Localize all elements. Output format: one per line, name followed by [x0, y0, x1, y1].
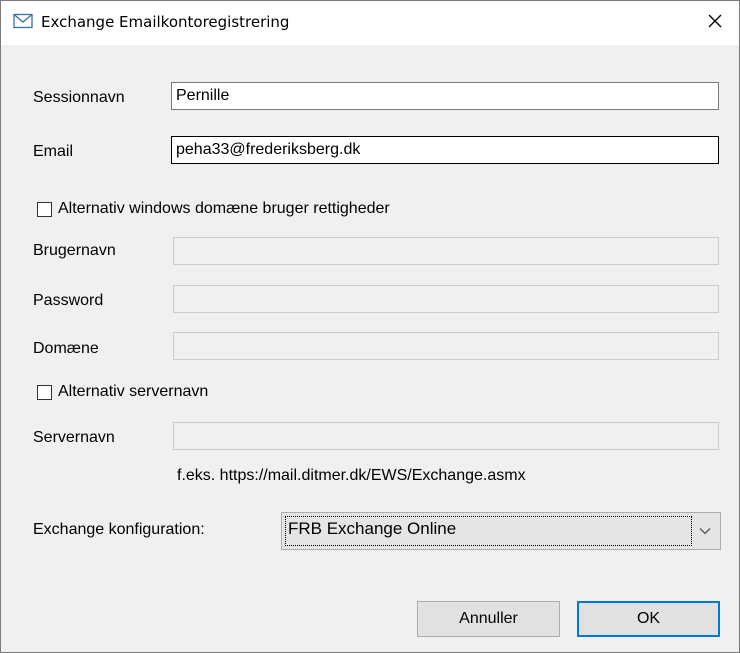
password-input[interactable] [173, 285, 719, 313]
domain-input[interactable] [173, 332, 719, 360]
alt-server-checkbox-label: Alternativ servernavn [58, 383, 209, 400]
chevron-down-icon [694, 513, 716, 549]
alt-server-checkbox[interactable] [37, 384, 52, 400]
servername-input[interactable] [173, 422, 719, 450]
alt-windows-checkbox-row[interactable]: Alternativ windows domæne bruger rettigh… [37, 200, 390, 218]
config-select[interactable]: FRB Exchange Online [281, 512, 721, 550]
alt-windows-checkbox[interactable] [37, 201, 52, 217]
window-title: Exchange Emailkontoregistrering [41, 13, 290, 31]
username-input[interactable] [173, 237, 719, 265]
servername-hint: f.eks. https://mail.ditmer.dk/EWS/Exchan… [177, 467, 526, 484]
email-input[interactable]: peha33@frederiksberg.dk [171, 136, 719, 164]
ok-button[interactable]: OK [577, 601, 720, 637]
password-label: Password [33, 292, 104, 309]
session-name-input[interactable]: Pernille [171, 82, 719, 110]
email-label: Email [33, 143, 74, 160]
cancel-button[interactable]: Annuller [417, 601, 560, 637]
session-name-label: Sessionnavn [33, 89, 125, 106]
mail-envelope-icon [13, 13, 33, 29]
servername-label: Servernavn [33, 429, 115, 446]
title-bar: Exchange Emailkontoregistrering [1, 1, 739, 45]
config-label: Exchange konfiguration: [33, 521, 205, 538]
close-icon [708, 14, 722, 33]
domain-label: Domæne [33, 340, 99, 357]
alt-server-checkbox-row[interactable]: Alternativ servernavn [37, 383, 208, 401]
username-label: Brugernavn [33, 242, 116, 259]
dialog-window: Exchange Emailkontoregistrering Sessionn… [0, 0, 740, 653]
close-button[interactable] [697, 5, 733, 41]
alt-windows-checkbox-label: Alternativ windows domæne bruger rettigh… [58, 200, 390, 217]
config-selected-value: FRB Exchange Online [285, 516, 692, 546]
